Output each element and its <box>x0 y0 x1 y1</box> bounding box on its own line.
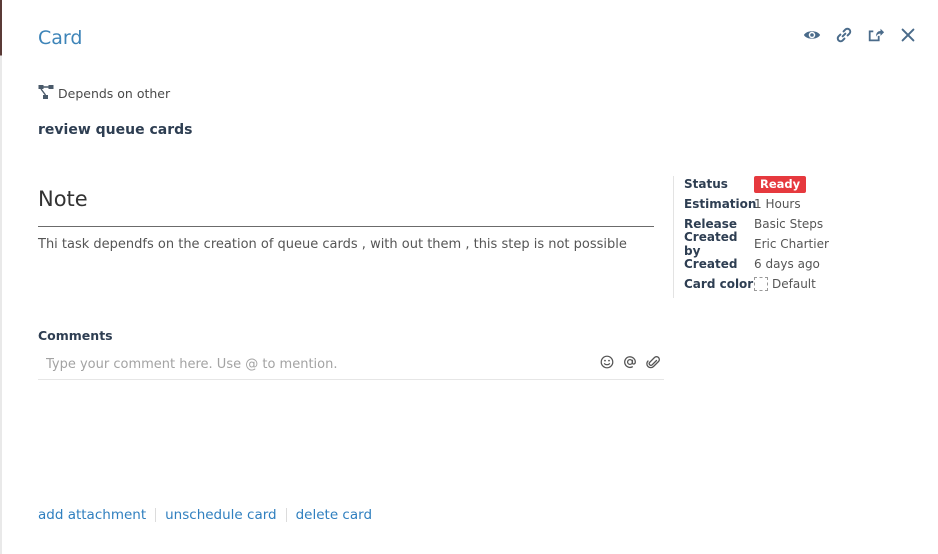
dialog-title: Card <box>38 27 83 49</box>
link-icon[interactable] <box>834 25 854 45</box>
created-value: 6 days ago <box>754 257 820 271</box>
created-by-label: Created by <box>684 230 738 258</box>
eye-icon[interactable] <box>802 25 822 45</box>
footer-separator <box>285 508 287 522</box>
mention-icon[interactable] <box>622 354 637 369</box>
comment-input[interactable] <box>44 352 588 376</box>
note-divider <box>38 226 654 227</box>
footer-separator <box>155 508 157 522</box>
property-estimation: Estimation 1 Hours <box>684 194 829 214</box>
card-properties: Status Ready Estimation 1 Hours Release … <box>684 174 829 294</box>
card-color-value: Default <box>772 277 816 291</box>
add-attachment-link[interactable]: add attachment <box>38 507 146 523</box>
card-actions: add attachment unschedule card delete ca… <box>38 507 372 523</box>
note-title: Note <box>38 187 88 211</box>
comment-tools <box>599 354 660 369</box>
property-created: Created 6 days ago <box>684 254 829 274</box>
unschedule-card-link[interactable]: unschedule card <box>165 507 276 523</box>
created-by-value: Eric Chartier <box>754 237 829 251</box>
delete-card-link[interactable]: delete card <box>296 507 372 523</box>
created-label: Created <box>684 257 738 271</box>
release-label: Release <box>684 217 738 231</box>
header-actions <box>802 25 918 45</box>
dependency-icon <box>38 84 54 103</box>
release-value[interactable]: Basic Steps <box>754 217 823 231</box>
status-badge[interactable]: Ready <box>754 175 807 193</box>
estimation-label: Estimation <box>684 197 757 211</box>
note-text[interactable]: Thi task dependfs on the creation of que… <box>38 237 658 252</box>
property-card-color: Card color Default <box>684 274 829 294</box>
close-icon[interactable] <box>898 25 918 45</box>
dependency-label: Depends on other <box>58 86 171 101</box>
attachment-icon[interactable] <box>645 354 660 369</box>
property-created-by: Created by Eric Chartier <box>684 230 829 258</box>
share-icon[interactable] <box>866 25 886 45</box>
background-edge <box>0 0 2 554</box>
property-status: Status Ready <box>684 174 829 194</box>
card-subject[interactable]: review queue cards <box>38 122 192 138</box>
card-color-picker[interactable]: Default <box>754 277 816 291</box>
status-label: Status <box>684 177 728 191</box>
properties-divider <box>673 176 674 298</box>
estimation-value[interactable]: 1 Hours <box>754 197 801 211</box>
color-swatch[interactable] <box>754 277 768 291</box>
comments-label: Comments <box>38 328 113 343</box>
emoji-icon[interactable] <box>599 354 614 369</box>
card-dialog: Card Depends on other review queue cards… <box>0 0 938 554</box>
card-color-label: Card color <box>684 277 754 291</box>
comment-box <box>38 350 664 380</box>
dependency-indicator[interactable]: Depends on other <box>38 84 170 103</box>
